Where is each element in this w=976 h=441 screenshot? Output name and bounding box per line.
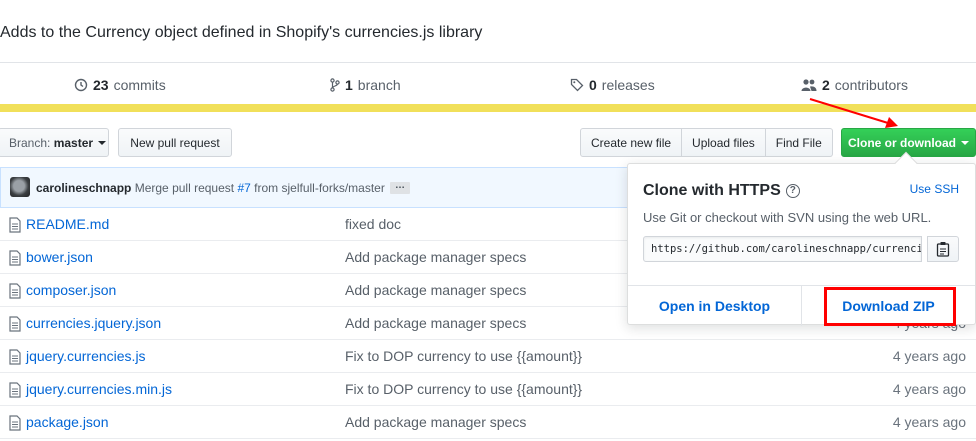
branch-select-button[interactable]: Branch: master bbox=[0, 128, 109, 157]
commits-label: commits bbox=[113, 77, 166, 93]
contributors-count: 2 bbox=[822, 77, 830, 93]
branches-link[interactable]: 1 branch bbox=[330, 77, 401, 93]
history-icon bbox=[74, 78, 88, 92]
file-name-link[interactable]: package.json bbox=[26, 414, 109, 430]
file-icon bbox=[9, 382, 21, 398]
file-age: 4 years ago bbox=[892, 414, 966, 430]
copy-url-button[interactable] bbox=[927, 236, 959, 262]
expand-commit-button[interactable]: … bbox=[390, 181, 410, 194]
repo-summary-bar: 23 commits 1 branch 0 releases 2 contrib… bbox=[0, 62, 976, 108]
file-icon bbox=[9, 250, 21, 266]
clone-url-input[interactable]: https://github.com/carolineschnapp/curre… bbox=[643, 236, 922, 262]
file-name-link[interactable]: jquery.currencies.js bbox=[26, 348, 146, 364]
file-name-link[interactable]: README.md bbox=[26, 216, 109, 232]
people-icon bbox=[801, 79, 817, 91]
commits-count: 23 bbox=[93, 77, 109, 93]
releases-label: releases bbox=[601, 77, 655, 93]
file-name-link[interactable]: bower.json bbox=[26, 249, 93, 265]
file-name-link[interactable]: currencies.jquery.json bbox=[26, 315, 161, 331]
create-new-file-button[interactable]: Create new file bbox=[580, 128, 683, 157]
file-commit-message[interactable]: Add package manager specs bbox=[345, 249, 526, 265]
file-age: 4 years ago bbox=[892, 381, 966, 397]
commit-message-suffix: from sjelfull-forks/master bbox=[254, 181, 385, 195]
tag-icon bbox=[570, 78, 584, 92]
clone-or-download-label: Clone or download bbox=[848, 135, 956, 150]
avatar[interactable] bbox=[10, 177, 30, 197]
annotation-highlight-box bbox=[824, 287, 956, 326]
commit-message: carolineschnapp Merge pull request #7 fr… bbox=[36, 181, 385, 195]
file-icon bbox=[9, 283, 21, 299]
clipboard-icon bbox=[936, 242, 950, 257]
new-pull-request-button[interactable]: New pull request bbox=[118, 128, 232, 157]
file-icon bbox=[9, 415, 21, 431]
find-file-button[interactable]: Find File bbox=[765, 128, 833, 157]
file-commit-message[interactable]: Fix to DOP currency to use {{amount}} bbox=[345, 348, 582, 364]
repo-description: Adds to the Currency object defined in S… bbox=[0, 24, 483, 41]
branch-icon bbox=[330, 78, 340, 92]
clone-or-download-button[interactable]: Clone or download bbox=[841, 128, 976, 157]
branches-count: 1 bbox=[345, 77, 353, 93]
releases-count: 0 bbox=[589, 77, 597, 93]
language-bar[interactable] bbox=[0, 104, 976, 112]
file-commit-message[interactable]: Add package manager specs bbox=[345, 282, 526, 298]
question-icon[interactable]: ? bbox=[785, 184, 800, 198]
use-ssh-link[interactable]: Use SSH bbox=[910, 182, 959, 196]
file-commit-message[interactable]: fixed doc bbox=[345, 216, 401, 232]
releases-link[interactable]: 0 releases bbox=[570, 77, 655, 93]
clone-title-text: Clone with HTTPS bbox=[643, 182, 781, 199]
branch-prefix: Branch: bbox=[9, 135, 51, 150]
file-row: jquery.currencies.js Fix to DOP currency… bbox=[0, 340, 976, 373]
file-actions-group: Create new file Upload files Find File bbox=[580, 128, 833, 157]
file-commit-message[interactable]: Add package manager specs bbox=[345, 414, 526, 430]
branch-name: master bbox=[53, 135, 94, 150]
file-icon bbox=[9, 349, 21, 365]
pull-request-link[interactable]: #7 bbox=[237, 181, 250, 195]
file-row: jquery.currencies.min.js Fix to DOP curr… bbox=[0, 373, 976, 406]
commit-message-prefix: Merge pull request bbox=[134, 181, 235, 195]
commit-author[interactable]: carolineschnapp bbox=[36, 181, 131, 195]
file-commit-message[interactable]: Fix to DOP currency to use {{amount}} bbox=[345, 381, 582, 397]
branches-label: branch bbox=[357, 77, 401, 93]
file-row: package.json Add package manager specs 4… bbox=[0, 406, 976, 439]
upload-files-button[interactable]: Upload files bbox=[682, 128, 766, 157]
file-age: 4 years ago bbox=[892, 348, 966, 364]
file-commit-message[interactable]: Add package manager specs bbox=[345, 315, 526, 331]
open-in-desktop-button[interactable]: Open in Desktop bbox=[628, 286, 802, 326]
file-icon bbox=[9, 217, 21, 233]
file-icon bbox=[9, 316, 21, 332]
contributors-label: contributors bbox=[834, 77, 908, 93]
clone-help-text: Use Git or checkout with SVN using the w… bbox=[643, 210, 932, 225]
clone-popover-title: Clone with HTTPS ? bbox=[643, 182, 800, 200]
contributors-link[interactable]: 2 contributors bbox=[801, 77, 908, 93]
caret-down-icon bbox=[98, 140, 107, 145]
commits-link[interactable]: 23 commits bbox=[74, 77, 166, 93]
file-name-link[interactable]: composer.json bbox=[26, 282, 116, 298]
file-name-link[interactable]: jquery.currencies.min.js bbox=[26, 381, 172, 397]
caret-down-icon bbox=[961, 140, 969, 145]
